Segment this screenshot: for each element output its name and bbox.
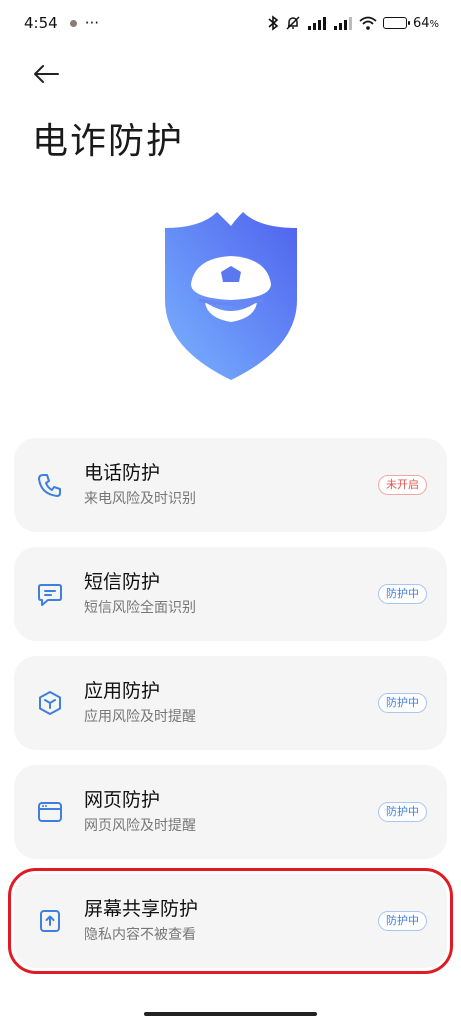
card-web-protection[interactable]: 网页防护 网页风险及时提醒 防护中 <box>14 765 447 859</box>
status-badge: 防护中 <box>378 693 427 713</box>
bluetooth-icon <box>268 15 279 31</box>
app-hexagon-icon <box>36 689 64 717</box>
status-left: 4:54 ··· <box>24 14 99 32</box>
card-subtitle: 网页风险及时提醒 <box>84 818 196 834</box>
protection-list: 电话防护 来电风险及时识别 未开启 短信防护 短信风险全面识别 防护中 应用防护… <box>8 438 453 983</box>
battery-level: 64% <box>412 15 439 31</box>
status-badge: 未开启 <box>378 475 427 495</box>
status-more: ··· <box>84 14 99 32</box>
status-time: 4:54 <box>24 14 58 32</box>
card-title: 电话防护 <box>84 462 161 484</box>
status-badge: 防护中 <box>378 911 427 931</box>
card-subtitle: 应用风险及时提醒 <box>84 709 196 725</box>
card-title: 网页防护 <box>84 789 161 811</box>
card-screen-share-protection[interactable]: 屏幕共享防护 隐私内容不被查看 防护中 <box>8 868 453 974</box>
notification-dot-icon <box>69 19 77 27</box>
card-title: 短信防护 <box>84 571 161 593</box>
signal-hd-1-icon <box>307 17 326 30</box>
card-app-protection[interactable]: 应用防护 应用风险及时提醒 防护中 <box>14 656 447 750</box>
browser-window-icon <box>36 798 64 826</box>
phone-icon <box>36 471 64 499</box>
mute-bell-icon <box>286 16 300 30</box>
card-subtitle: 短信风险全面识别 <box>84 600 196 616</box>
back-button[interactable] <box>28 56 64 92</box>
screen-share-icon <box>36 907 64 935</box>
card-subtitle: 隐私内容不被查看 <box>84 927 196 943</box>
signal-hd-2-icon <box>333 17 352 30</box>
card-sms-protection[interactable]: 短信防护 短信风险全面识别 防护中 <box>14 547 447 641</box>
police-shield-icon <box>165 212 297 380</box>
home-indicator[interactable] <box>144 1012 317 1016</box>
battery-icon <box>382 17 410 29</box>
page-title: 电诈防护 <box>32 121 185 162</box>
card-phone-protection[interactable]: 电话防护 来电风险及时识别 未开启 <box>14 438 447 532</box>
card-subtitle: 来电风险及时识别 <box>84 491 196 507</box>
status-bar: 4:54 ··· 64% <box>0 0 461 46</box>
card-title: 应用防护 <box>84 680 161 702</box>
card-title: 屏幕共享防护 <box>84 898 199 920</box>
message-icon <box>36 580 64 608</box>
wifi-icon <box>359 16 377 30</box>
status-right: 64% <box>267 15 439 31</box>
status-badge: 防护中 <box>378 584 427 604</box>
status-badge: 防护中 <box>378 802 427 822</box>
arrow-left-icon <box>34 65 59 83</box>
